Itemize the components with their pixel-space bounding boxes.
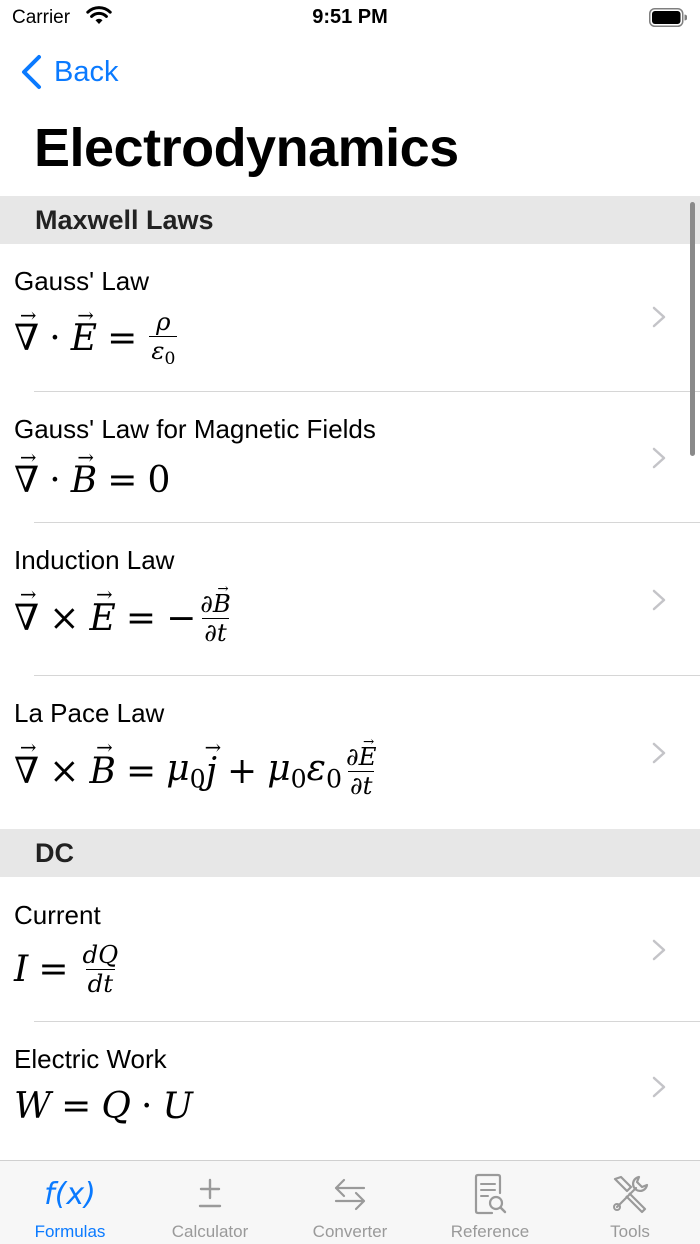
tab-bar: f(x) Formulas Calculator Converter Refer… bbox=[0, 1160, 700, 1244]
tab-calculator[interactable]: Calculator bbox=[140, 1161, 280, 1244]
formula-induction-law: ∇ → × E → = − ∂B → ∂t bbox=[14, 581, 231, 647]
row-title: Gauss' Law for Magnetic Fields bbox=[14, 414, 376, 444]
back-button[interactable]: Back bbox=[20, 52, 118, 92]
tab-converter[interactable]: Converter bbox=[280, 1161, 420, 1244]
chevron-right-icon bbox=[652, 1076, 666, 1098]
list-item-gauss-magnetic[interactable]: Gauss' Law for Magnetic Fields ∇ → · B → = 0 bbox=[0, 392, 700, 523]
chevron-right-icon bbox=[652, 589, 666, 611]
row-title: La Pace Law bbox=[14, 698, 165, 728]
tab-label: Tools bbox=[610, 1222, 650, 1241]
plus-minus-icon bbox=[187, 1171, 233, 1217]
tab-reference[interactable]: Reference bbox=[420, 1161, 560, 1244]
status-time: 9:51 PM bbox=[312, 6, 388, 28]
chevron-right-icon bbox=[652, 306, 666, 328]
section-header-dc: DC bbox=[0, 829, 700, 877]
document-search-icon bbox=[467, 1171, 513, 1217]
section-header-maxwell: Maxwell Laws bbox=[0, 196, 700, 244]
list-item-current[interactable]: Current I = dQ dt bbox=[0, 877, 700, 1022]
tab-formulas[interactable]: f(x) Formulas bbox=[0, 1161, 140, 1244]
tab-label: Reference bbox=[450, 1222, 530, 1241]
status-bar: Carrier 9:51 PM bbox=[0, 0, 700, 36]
arrows-exchange-icon bbox=[327, 1171, 373, 1217]
formula-list: Maxwell Laws Gauss' Law ∇ → · E → = ρ ε0 Gauss'… bbox=[0, 196, 700, 1162]
back-label: Back bbox=[54, 55, 119, 88]
row-title: Gauss' Law bbox=[14, 266, 150, 296]
formula-gauss-law: ∇ → · E → = ρ ε0 bbox=[14, 303, 178, 369]
scroll-indicator[interactable] bbox=[690, 202, 695, 456]
page-title: Electrodynamics bbox=[34, 118, 459, 178]
row-title: Electric Work bbox=[14, 1044, 167, 1074]
tools-icon bbox=[607, 1171, 653, 1217]
list-item-induction-law[interactable]: Induction Law ∇ → × E → = − ∂B → ∂t bbox=[0, 523, 700, 676]
battery-icon bbox=[649, 8, 688, 27]
row-title: Induction Law bbox=[14, 545, 175, 575]
chevron-right-icon bbox=[652, 447, 666, 469]
formula-gauss-magnetic: ∇ → · B → = 0 bbox=[14, 445, 171, 501]
chevron-left-icon bbox=[20, 54, 42, 90]
chevron-right-icon bbox=[652, 742, 666, 764]
formula-la-pace-law: ∇ → × B → = μ0 j → + μ0ε0 ∂E → ∂t bbox=[14, 734, 377, 800]
tab-label: Calculator bbox=[171, 1222, 249, 1241]
list-item-la-pace-law[interactable]: La Pace Law ∇ → × B → = μ0 j → + μ0ε0 ∂E → ∂t bbox=[0, 676, 700, 829]
list-item-gauss-law[interactable]: Gauss' Law ∇ → · E → = ρ ε0 bbox=[0, 244, 700, 392]
chevron-right-icon bbox=[652, 939, 666, 961]
tab-label: Converter bbox=[312, 1222, 388, 1241]
row-title: Current bbox=[14, 900, 101, 930]
function-icon: f(x) bbox=[44, 1176, 96, 1212]
tab-label: Formulas bbox=[34, 1222, 106, 1241]
list-item-electric-work[interactable]: Electric Work W = Q · U bbox=[0, 1022, 700, 1162]
formula-current: I = dQ dt bbox=[14, 940, 119, 998]
tab-tools[interactable]: Tools bbox=[560, 1161, 700, 1244]
formula-electric-work: W = Q · U bbox=[14, 1086, 193, 1127]
